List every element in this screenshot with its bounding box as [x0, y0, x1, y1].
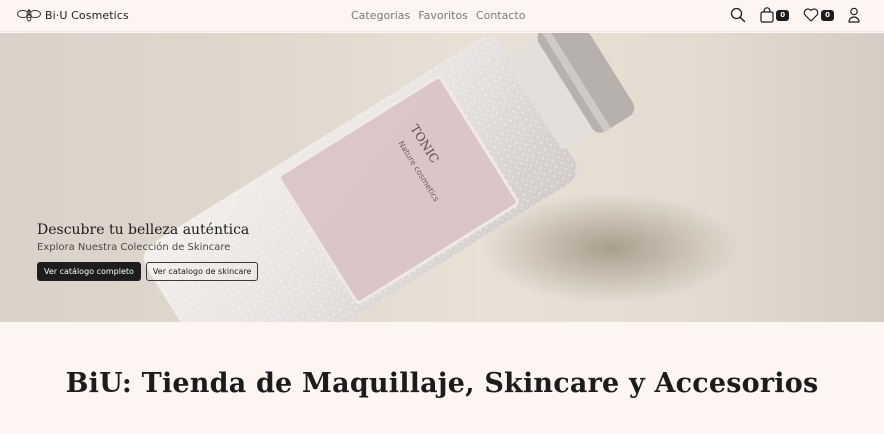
view-skincare-catalog-button[interactable]: Ver catalogo de skincare	[145, 262, 259, 281]
search-icon	[731, 7, 746, 23]
brand-name: Bi·U Cosmetics	[45, 8, 129, 22]
shopping-bag-icon	[760, 7, 774, 23]
nav-link-favoritos[interactable]: Favoritos	[418, 9, 468, 22]
account-button[interactable]	[848, 7, 860, 23]
favorites-count-badge: 0	[821, 9, 834, 21]
page-title: BiU: Tienda de Maquillaje, Skincare y Ac…	[65, 368, 819, 399]
hero-subtitle: Explora Nuestra Colección de Skincare	[37, 242, 231, 253]
view-full-catalog-button[interactable]: Ver catálogo completo	[37, 262, 141, 281]
main-nav: Categorias Favoritos Contacto	[351, 9, 525, 22]
hero-content: Descubre tu belleza auténtica Explora Nu…	[37, 222, 259, 281]
hero-banner: TONIC Nature cosmetics Descubre tu belle…	[0, 33, 884, 322]
user-icon	[848, 7, 860, 23]
hero-title: Descubre tu belleza auténtica	[37, 222, 250, 238]
nav-link-categorias[interactable]: Categorias	[351, 9, 410, 22]
favorites-button[interactable]: 0	[803, 8, 834, 22]
cart-button[interactable]: 0	[760, 7, 790, 23]
heart-icon	[803, 8, 819, 22]
hero-buttons: Ver catálogo completo Ver catalogo de sk…	[37, 262, 259, 281]
site-header: Bi·U Cosmetics Categorias Favoritos Cont…	[0, 0, 884, 32]
nav-link-contacto[interactable]: Contacto	[476, 9, 526, 22]
search-button[interactable]	[730, 7, 746, 23]
header-actions: 0 0	[730, 7, 860, 23]
cart-count-badge: 0	[776, 9, 790, 21]
brand-logo[interactable]: Bi·U Cosmetics	[17, 7, 129, 23]
bee-logo-icon	[17, 9, 41, 22]
